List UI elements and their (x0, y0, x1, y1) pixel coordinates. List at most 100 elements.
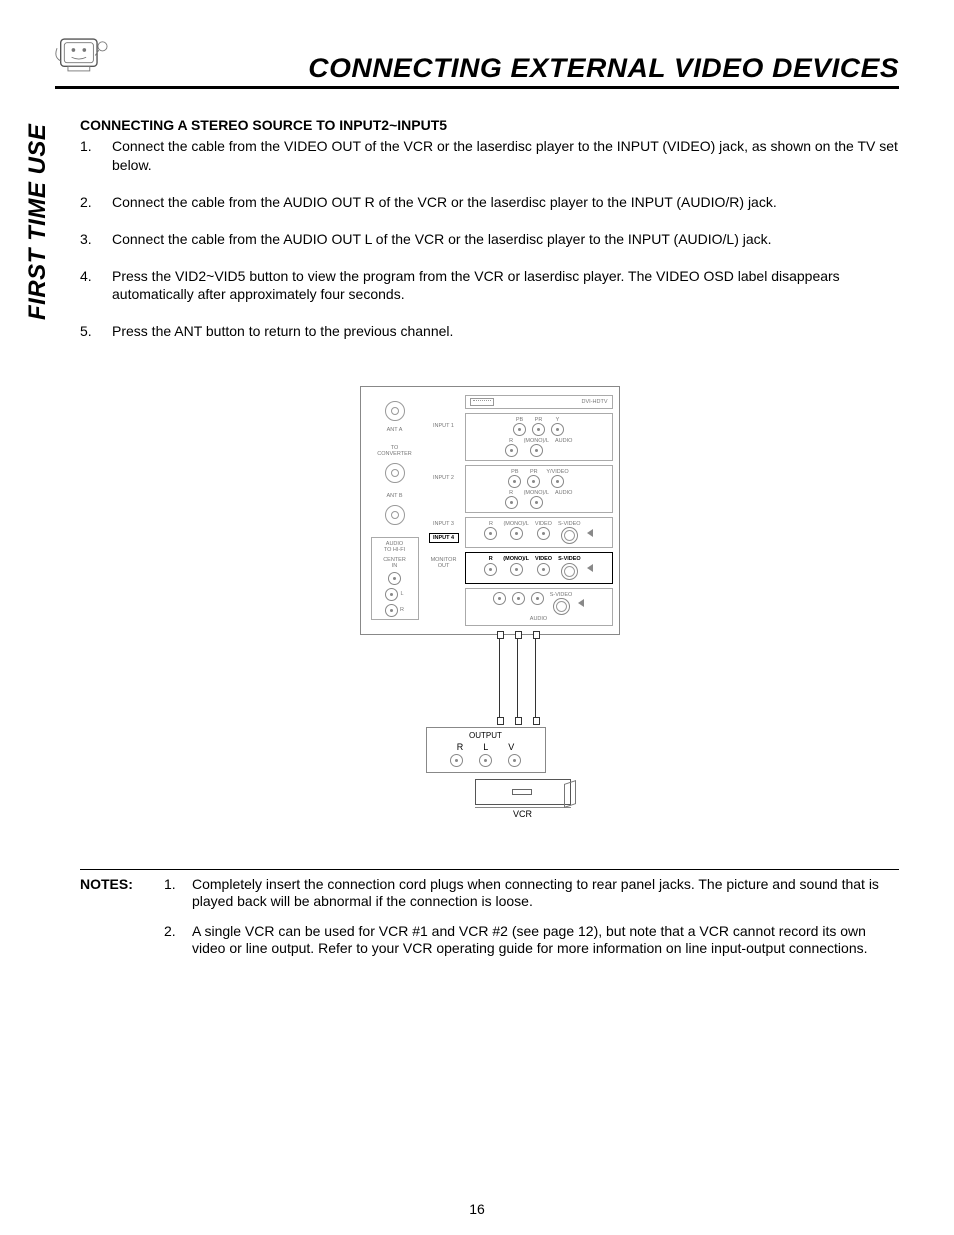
r-label: R (400, 607, 404, 613)
note-text: Completely insert the connection cord pl… (192, 876, 899, 911)
mon-r-jack (493, 592, 506, 605)
notes-label: NOTES: (80, 876, 164, 970)
arrow-icon (587, 529, 593, 537)
step-text: Connect the cable from the AUDIO OUT R o… (112, 193, 777, 212)
arrow-icon (587, 564, 593, 572)
step-number: 3. (80, 230, 112, 249)
ant-a-label: ANT A (387, 427, 403, 433)
pr-jack (527, 475, 540, 488)
steps-list: 1.Connect the cable from the VIDEO OUT o… (80, 137, 899, 341)
audio-r-jack (505, 496, 518, 509)
vcr-out-v-jack (508, 754, 521, 767)
l-jack (510, 527, 523, 540)
svideo-label: S-VIDEO (550, 592, 573, 598)
to-converter-label: TO CONVERTER (377, 445, 411, 457)
section-heading: CONNECTING A STEREO SOURCE TO INPUT2~INP… (80, 117, 899, 133)
note-number: 2. (164, 923, 192, 958)
r-jack (484, 527, 497, 540)
center-in-label: CENTER IN (383, 557, 406, 569)
l-label: L (400, 591, 403, 597)
input4-label: INPUT 4 (429, 533, 459, 543)
svideo-label: S-VIDEO (558, 556, 581, 562)
l-jack (510, 563, 523, 576)
center-in-jack (388, 572, 401, 585)
step-text: Press the ANT button to return to the pr… (112, 322, 453, 341)
step-item: 1.Connect the cable from the VIDEO OUT o… (80, 137, 899, 175)
svideo-jack (561, 527, 578, 544)
cable-l (516, 633, 520, 723)
step-item: 5.Press the ANT button to return to the … (80, 322, 899, 341)
vcr-out-r-jack (450, 754, 463, 767)
dvi-label: DVI-HDTV (582, 399, 608, 405)
audio-label: AUDIO (555, 438, 572, 444)
mon-l-jack (512, 592, 525, 605)
audio-l-jack (530, 496, 543, 509)
monitor-out-label: MONITOR OUT (429, 557, 459, 569)
pr-jack (532, 423, 545, 436)
ant-b-jack (385, 505, 405, 525)
step-text: Connect the cable from the VIDEO OUT of … (112, 137, 899, 175)
note-number: 1. (164, 876, 192, 911)
input2-group: PB PR Y/VIDEO R (MONO)/L AUDIO (465, 465, 613, 513)
page-number: 16 (0, 1201, 954, 1217)
step-number: 4. (80, 267, 112, 305)
vcr-unit: VCR (426, 779, 620, 819)
pb-jack (513, 423, 526, 436)
pb-jack (508, 475, 521, 488)
svideo-jack (553, 598, 570, 615)
converter-jack (385, 463, 405, 483)
ant-b-label: ANT B (386, 493, 402, 499)
note-item: 1.Completely insert the connection cord … (164, 876, 899, 911)
monitor-out-group: S-VIDEO AUDIO (465, 588, 613, 626)
cable-r (498, 633, 502, 723)
arrow-icon (578, 599, 584, 607)
step-text: Connect the cable from the AUDIO OUT L o… (112, 230, 772, 249)
y-jack (551, 423, 564, 436)
out-r-label: R (457, 742, 464, 752)
cable-area (416, 633, 620, 723)
vcr-out-l-jack (479, 754, 492, 767)
audio-label: AUDIO (555, 490, 572, 496)
step-item: 3.Connect the cable from the AUDIO OUT L… (80, 230, 899, 249)
vcr-body-icon (475, 779, 571, 805)
video-jack (537, 563, 550, 576)
tv-mascot-icon (55, 30, 110, 80)
input4-group: R (MONO)/L VIDEO S-VIDEO (465, 552, 613, 583)
connection-diagram: ANT A TO CONVERTER ANT B AUDIO TO HI-FI … (80, 386, 899, 818)
vcr-output-box: OUTPUT R L V (426, 727, 546, 773)
hifi-r-jack (385, 604, 398, 617)
input3-label: INPUT 3 (429, 521, 459, 527)
monol-label: (MONO)/L (503, 556, 529, 562)
dvi-connector-icon (470, 398, 494, 406)
input1-label: INPUT 1 (429, 423, 459, 429)
step-number: 2. (80, 193, 112, 212)
out-l-label: L (483, 742, 488, 752)
step-item: 2.Connect the cable from the AUDIO OUT R… (80, 193, 899, 212)
out-v-label: V (508, 742, 514, 752)
mon-v-jack (531, 592, 544, 605)
video-jack (537, 527, 550, 540)
main-content: CONNECTING A STEREO SOURCE TO INPUT2~INP… (80, 117, 899, 970)
note-text: A single VCR can be used for VCR #1 and … (192, 923, 899, 958)
vcr-label: VCR (475, 807, 571, 819)
output-label: OUTPUT (469, 731, 502, 740)
video-label: VIDEO (535, 556, 552, 562)
input3-group: R (MONO)/L VIDEO S-VIDEO (465, 517, 613, 548)
note-item: 2.A single VCR can be used for VCR #1 an… (164, 923, 899, 958)
audio-l-jack (530, 444, 543, 457)
input2-label: INPUT 2 (429, 475, 459, 481)
step-number: 1. (80, 137, 112, 175)
hifi-l-jack (385, 588, 398, 601)
r-label: R (489, 556, 493, 562)
page-title: CONNECTING EXTERNAL VIDEO DEVICES (308, 53, 899, 84)
audio-hifi-label: AUDIO TO HI-FI (384, 541, 405, 553)
ant-a-jack (385, 401, 405, 421)
audio-label: AUDIO (470, 616, 608, 622)
step-item: 4.Press the VID2~VID5 button to view the… (80, 267, 899, 305)
r-jack (484, 563, 497, 576)
tv-rear-panel: ANT A TO CONVERTER ANT B AUDIO TO HI-FI … (360, 386, 620, 634)
dvi-group: DVI-HDTV (465, 395, 613, 409)
cable-v (534, 633, 538, 723)
svideo-jack (561, 563, 578, 580)
notes-section: NOTES: 1.Completely insert the connectio… (80, 869, 899, 970)
